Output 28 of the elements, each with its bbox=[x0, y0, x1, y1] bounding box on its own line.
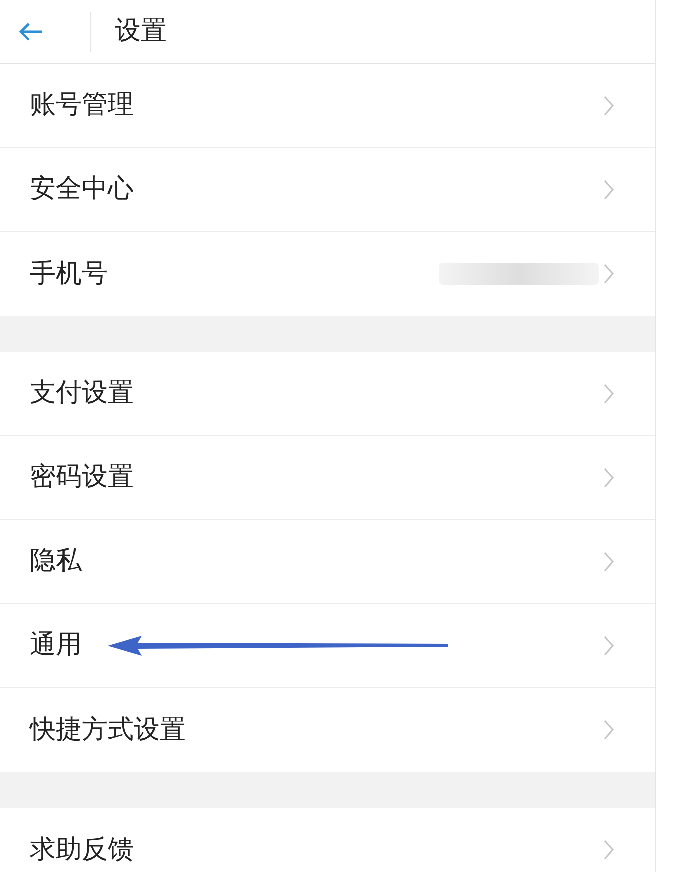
settings-row[interactable]: 隐私 bbox=[0, 520, 655, 604]
chevron-right-icon bbox=[603, 634, 615, 656]
chevron-right-icon bbox=[603, 382, 615, 404]
row-label: 隐私 bbox=[30, 545, 83, 578]
row-label: 手机号 bbox=[30, 258, 109, 290]
settings-row[interactable]: 安全中心 bbox=[0, 148, 655, 232]
chevron-right-icon bbox=[603, 94, 615, 116]
settings-row[interactable]: 求助反馈 bbox=[0, 808, 655, 872]
row-label: 快捷方式设置 bbox=[30, 714, 187, 746]
settings-row[interactable]: 快捷方式设置 bbox=[0, 688, 655, 772]
settings-row[interactable]: 手机号 bbox=[0, 232, 655, 316]
row-label: 支付设置 bbox=[30, 377, 135, 410]
row-label: 安全中心 bbox=[30, 173, 135, 206]
row-label: 求助反馈 bbox=[30, 834, 135, 866]
chevron-right-icon bbox=[603, 466, 615, 488]
row-label: 账号管理 bbox=[30, 89, 135, 122]
chevron-right-icon bbox=[603, 839, 615, 861]
page-title: 设置 bbox=[115, 15, 167, 48]
chevron-right-icon bbox=[603, 263, 615, 285]
settings-row[interactable]: 账号管理 bbox=[0, 64, 655, 148]
settings-row[interactable]: 通用 bbox=[0, 604, 655, 688]
settings-row[interactable]: 密码设置 bbox=[0, 436, 655, 520]
chevron-right-icon bbox=[603, 550, 615, 572]
chevron-right-icon bbox=[603, 719, 615, 741]
row-label: 通用 bbox=[30, 629, 83, 662]
row-label: 密码设置 bbox=[30, 461, 135, 494]
chevron-right-icon bbox=[603, 178, 615, 200]
settings-row[interactable]: 支付设置 bbox=[0, 352, 655, 436]
